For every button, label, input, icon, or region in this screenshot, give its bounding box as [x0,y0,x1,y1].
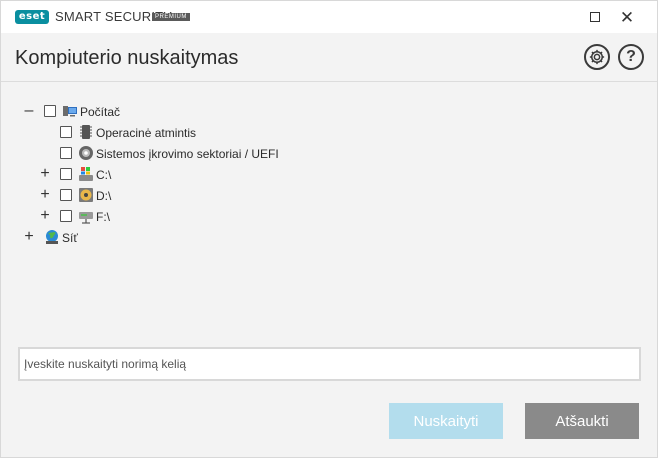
windows-drive-icon [79,167,93,181]
memory-checkbox[interactable] [60,126,72,138]
expand-toggle[interactable]: + [39,208,51,224]
disc-icon [79,146,93,160]
tree-node-label: C:\ [96,168,112,182]
tree-node-label: Operacinė atmintis [96,126,197,140]
settings-button[interactable] [584,44,610,70]
tree-node-label: Sistemos įkrovimo sektoriai / UEFI [96,147,279,161]
tree-node-network: + Síť [1,227,401,247]
tree-node-drive-d: + D:\ [1,185,401,205]
drive-d-checkbox[interactable] [60,189,72,201]
edition-badge: PREMIUM [152,13,190,21]
tree-node-drive-c: + C:\ [1,164,401,184]
removable-drive-icon [79,212,93,224]
maximize-button[interactable] [583,5,607,29]
page-title: Kompiuterio nuskaitymas [15,47,239,69]
computer-checkbox[interactable] [44,105,56,117]
maximize-icon [590,12,600,22]
cancel-button[interactable]: Atšaukti [525,403,639,439]
tree-node-boot-sectors: Sistemos įkrovimo sektoriai / UEFI [1,143,401,163]
computer-icon [63,106,77,117]
close-button[interactable]: ✕ [615,5,639,29]
close-icon: ✕ [619,7,635,27]
gear-icon [589,49,605,65]
tree-node-computer: – Počítač [1,101,401,121]
expand-toggle[interactable]: + [23,229,35,245]
boot-sectors-checkbox[interactable] [60,147,72,159]
tree-node-label: Síť [62,231,78,245]
network-globe-icon [46,230,58,244]
expand-toggle[interactable]: + [39,187,51,203]
memory-chip-icon [80,125,92,139]
help-icon: ? [626,48,636,65]
drive-f-checkbox[interactable] [60,210,72,222]
tree-node-label: F:\ [96,210,110,224]
title-bar: eset SMART SECURITY PREMIUM ✕ [1,1,657,33]
optical-drive-icon [79,188,93,202]
eset-logo: eset [15,10,49,24]
scan-path-input[interactable] [18,347,641,381]
tree-node-label: Počítač [80,105,121,119]
page-header: Kompiuterio nuskaitymas ? [1,33,657,82]
tree-node-label: D:\ [96,189,112,203]
scan-window: eset SMART SECURITY PREMIUM ✕ Kompiuteri… [0,0,658,458]
tree-node-memory: Operacinė atmintis [1,122,401,142]
scan-button[interactable]: Nuskaityti [389,403,503,439]
drive-c-checkbox[interactable] [60,168,72,180]
help-button[interactable]: ? [618,44,644,70]
tree-node-drive-f: + F:\ [1,206,401,226]
collapse-toggle[interactable]: – [23,103,35,119]
expand-toggle[interactable]: + [39,166,51,182]
